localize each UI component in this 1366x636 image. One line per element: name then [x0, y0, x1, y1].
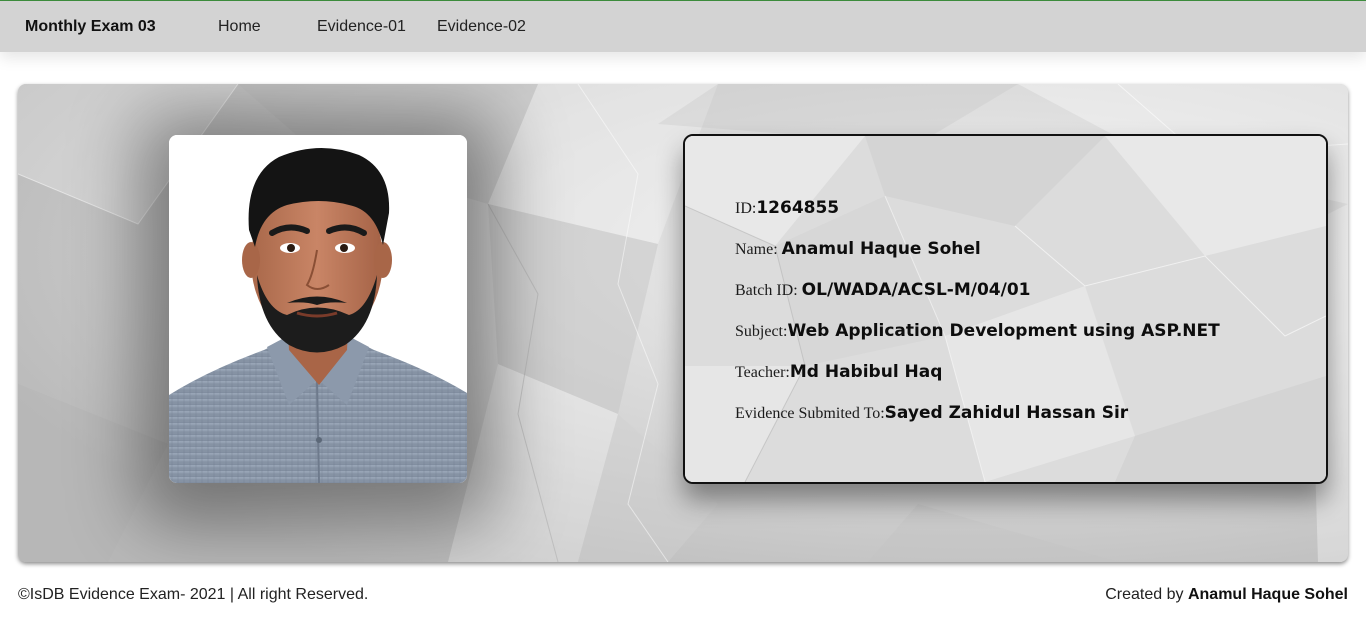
- footer-credit: Created by Anamul Haque Sohel: [1105, 586, 1348, 604]
- student-photo: [169, 135, 467, 483]
- subject-label: Subject:: [735, 323, 788, 340]
- footer-copyright: ©IsDB Evidence Exam- 2021 | All right Re…: [18, 586, 369, 603]
- batch-label: Batch ID:: [735, 282, 802, 299]
- info-row-name: Name: Anamul Haque Sohel: [735, 239, 981, 259]
- info-box-texture: [685, 136, 1326, 482]
- footer-credit-prefix: Created by: [1105, 586, 1188, 603]
- teacher-label: Teacher:: [735, 364, 790, 381]
- subject-value: Web Application Development using ASP.NE…: [787, 321, 1220, 341]
- batch-value: OL/WADA/ACSL-M/04/01: [801, 280, 1031, 300]
- id-value: 1264855: [756, 198, 840, 218]
- nav-link-evidence-02[interactable]: Evidence-02: [437, 18, 526, 36]
- name-label: Name:: [735, 241, 782, 258]
- student-portrait-image: [169, 135, 467, 483]
- profile-card: ID:1264855 Name: Anamul Haque Sohel Batc…: [18, 84, 1348, 562]
- info-row-teacher: Teacher:Md Habibul Haq: [735, 362, 942, 382]
- nav-link-home[interactable]: Home: [218, 18, 261, 36]
- footer-credit-name: Anamul Haque Sohel: [1187, 586, 1348, 603]
- name-value: Anamul Haque Sohel: [781, 239, 981, 259]
- info-row-evidence-submitted: Evidence Submited To:Sayed Zahidul Hassa…: [735, 403, 1128, 423]
- id-label: ID:: [735, 200, 757, 217]
- navbar-brand[interactable]: Monthly Exam 03: [25, 18, 156, 36]
- nav-link-evidence-01[interactable]: Evidence-01: [317, 18, 406, 36]
- evidence-submitted-value: Sayed Zahidul Hassan Sir: [884, 403, 1129, 423]
- evidence-submitted-label: Evidence Submited To:: [735, 405, 885, 422]
- info-row-batch: Batch ID: OL/WADA/ACSL-M/04/01: [735, 280, 1031, 300]
- teacher-value: Md Habibul Haq: [789, 362, 943, 382]
- student-info-box: ID:1264855 Name: Anamul Haque Sohel Batc…: [683, 134, 1328, 484]
- info-row-id: ID:1264855: [735, 198, 839, 218]
- navbar: Monthly Exam 03 Home Evidence-01 Evidenc…: [0, 1, 1366, 52]
- info-row-subject: Subject:Web Application Development usin…: [735, 321, 1220, 341]
